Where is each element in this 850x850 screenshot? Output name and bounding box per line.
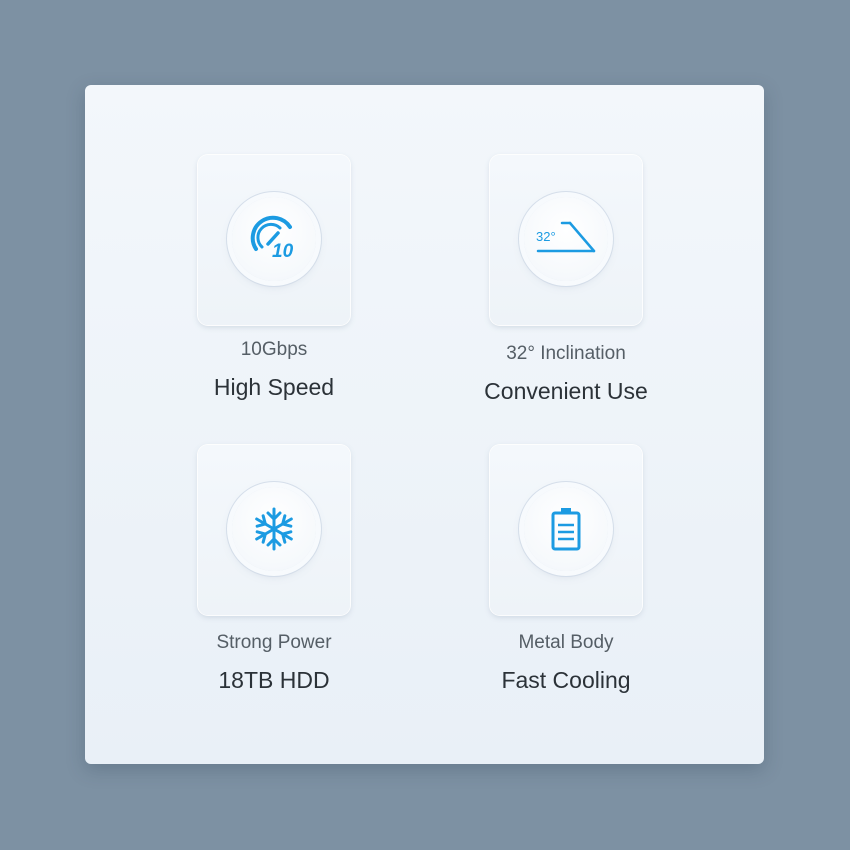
feature-subtitle: Strong Power xyxy=(216,632,332,653)
feature-title: Fast Cooling xyxy=(501,667,631,693)
icon-medallion xyxy=(232,487,316,571)
feature-tile: 10 xyxy=(198,155,350,325)
feature-tile xyxy=(490,445,642,615)
feature-hdd: Strong Power 18TB HDD xyxy=(144,445,404,705)
feature-high-speed: 10 10Gbps High Speed xyxy=(144,155,404,415)
feature-title: Convenient Use xyxy=(484,378,648,404)
feature-subtitle: 32° Inclination xyxy=(506,343,626,364)
feature-title: 18TB HDD xyxy=(218,667,330,693)
inclination-angle-icon: 32° xyxy=(536,221,596,253)
feature-title: High Speed xyxy=(213,374,335,400)
battery-icon xyxy=(551,508,581,551)
snowflake-icon xyxy=(255,507,293,551)
features-panel: 10 10Gbps High Speed 32° 32° Inclination… xyxy=(85,85,764,764)
feature-convenient-use: 32° 32° Inclination Convenient Use xyxy=(436,155,696,415)
feature-cooling: Metal Body Fast Cooling xyxy=(436,445,696,705)
icon-medallion: 32° xyxy=(524,197,608,281)
speed-value-label: 10 xyxy=(272,241,294,262)
feature-subtitle: 10Gbps xyxy=(240,339,308,360)
icon-medallion xyxy=(524,487,608,571)
angle-label: 32° xyxy=(536,229,556,244)
speedometer-10-icon: 10 xyxy=(250,215,294,262)
feature-subtitle: Metal Body xyxy=(518,632,614,653)
feature-tile xyxy=(198,445,350,615)
feature-tile: 32° xyxy=(490,155,642,325)
icon-medallion: 10 xyxy=(232,197,316,281)
